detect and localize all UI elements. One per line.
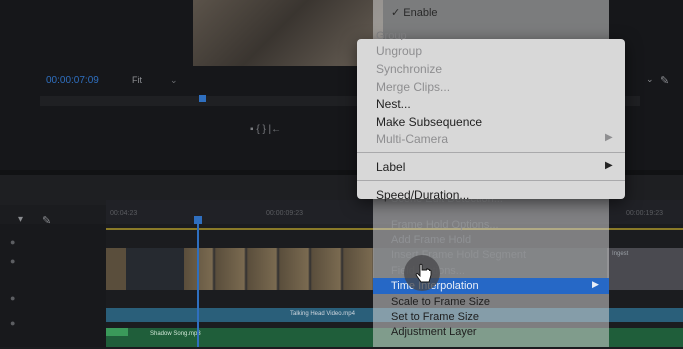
submenu-arrow-icon: ▶ [592,279,599,289]
ruler-timecode: 00:00:09:23 [266,210,303,217]
menu-item-synchronize[interactable]: Synchronize [376,62,442,76]
menu-item-make-subsequence[interactable]: Make Subsequence [376,115,482,129]
menu-item-label[interactable]: Label [376,160,405,174]
menu-item-set-to-frame[interactable]: Set to Frame Size [391,311,479,323]
menu-item-frame-hold-options[interactable]: Frame Hold Options... [391,219,499,231]
menu-item-multi-camera[interactable]: Multi-Camera [376,132,448,146]
clip-label: Talking Head Video.mp4 [290,311,355,317]
menu-item-speed-duration[interactable]: Speed/Duration... [376,188,469,202]
menu-item-enable[interactable]: ✓ Enable [391,6,438,19]
toggle-track-icon[interactable]: ● [10,318,15,328]
audio-clip-marker [106,328,128,336]
video-clip-selected[interactable] [184,248,374,290]
snap-icon[interactable]: ▾ [18,214,23,225]
wrench-icon[interactable]: ✎ [42,214,51,227]
toggle-track-icon[interactable]: ● [10,293,15,303]
track-headers [0,224,106,347]
menu-item-group[interactable]: Group [376,30,456,40]
timeline-playhead[interactable] [197,217,199,347]
wrench-icon[interactable]: ✎ [660,74,669,87]
menu-separator [357,152,625,153]
transport-controls[interactable]: ▪ { } |← [250,124,360,138]
menu-item-merge-clips[interactable]: Merge Clips... [376,80,450,94]
video-clip[interactable] [106,248,126,290]
fit-dropdown[interactable]: Fit [132,75,142,85]
chevron-down-icon[interactable]: ⌄ [646,74,654,85]
chevron-down-icon[interactable]: ⌄ [170,75,178,86]
ruler-timecode: 00:04:23 [110,210,138,217]
timeline-playhead-handle[interactable] [194,216,202,224]
toggle-track-icon[interactable]: ● [10,256,15,266]
menu-separator [357,180,625,181]
program-video-frame [193,0,383,66]
hand-cursor-icon [415,263,432,283]
menu-item-ungroup[interactable]: Ungroup [376,44,422,58]
menu-item-scale-to-frame[interactable]: Scale to Frame Size [391,296,490,308]
menu-item-add-frame-hold[interactable]: Add Frame Hold [391,234,471,246]
clip-label: Shadow Song.mp3 [150,331,201,337]
submenu-arrow-icon: ▶ [605,160,613,171]
menu-item-nest[interactable]: Nest... [376,97,411,111]
ruler-timecode: 00:00:19:23 [626,210,663,217]
clip-label: Ingest [612,251,629,257]
program-playhead[interactable] [199,95,206,102]
submenu-arrow-icon: ▶ [605,132,613,143]
menu-item-adjustment-layer[interactable]: Adjustment Layer [391,326,477,338]
toggle-track-icon[interactable]: ● [10,237,15,247]
program-timecode[interactable]: 00:00:07:09 [46,75,99,86]
